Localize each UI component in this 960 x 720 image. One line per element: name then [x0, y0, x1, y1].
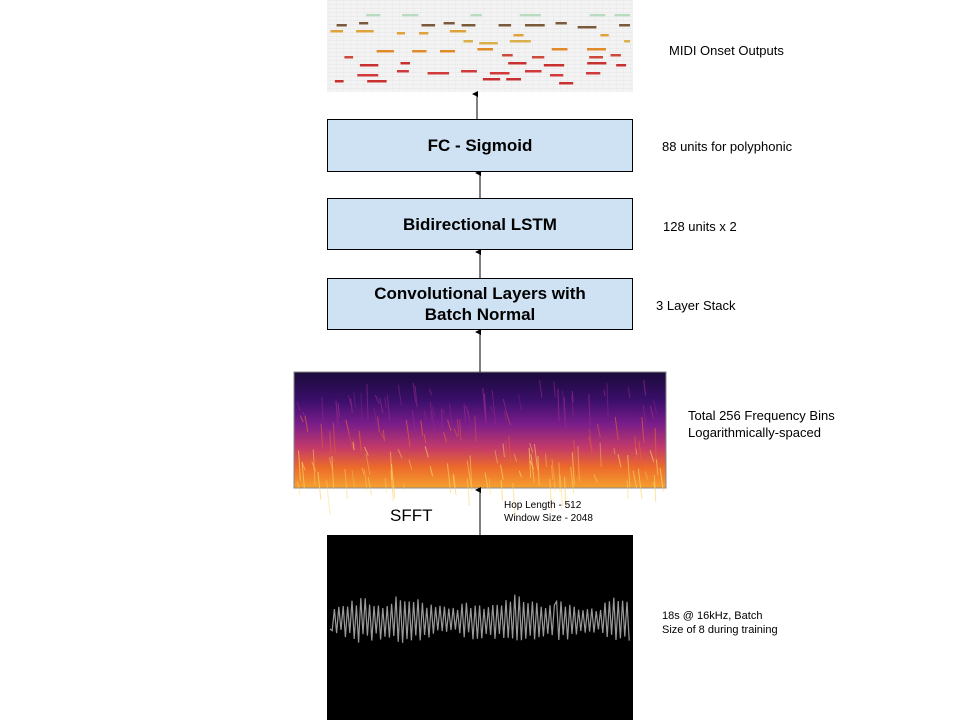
pianoroll-note [489, 72, 510, 75]
pianoroll-note [587, 62, 607, 65]
pianoroll-note [502, 54, 513, 57]
pianoroll-note [498, 24, 512, 27]
pianoroll-note [532, 56, 545, 59]
pianoroll-note [366, 14, 381, 17]
pianoroll-note [449, 30, 467, 33]
waveform-note: 18s @ 16kHz, Batch Size of 8 during trai… [662, 609, 778, 637]
pianoroll-note [419, 32, 429, 35]
pianoroll-note [330, 30, 343, 33]
spectrogram-note: Total 256 Frequency Bins Logarithmically… [688, 407, 835, 441]
pianoroll-note [440, 50, 455, 53]
spectrogram-note-line2: Logarithmically-spaced [688, 425, 821, 440]
pianoroll-note [509, 40, 531, 43]
pianoroll-note [477, 48, 493, 51]
pianoroll-note [610, 54, 621, 57]
pianoroll-note [619, 24, 630, 27]
pianoroll-note [600, 34, 609, 37]
pianoroll-note [589, 14, 606, 17]
conv-title-line1: Convolutional Layers with [374, 284, 586, 303]
pianoroll-note [463, 40, 473, 43]
pianoroll-note [589, 56, 603, 59]
waveform-note-line2: Size of 8 during training [662, 624, 778, 636]
waveform-note-line1: 18s @ 16kHz, Batch [662, 610, 763, 622]
pianoroll-note [624, 40, 630, 43]
pianoroll-note [344, 56, 354, 59]
fc-sigmoid-box: FC - Sigmoid [327, 119, 633, 172]
pianoroll-note [443, 22, 455, 25]
midi-onset-label: MIDI Onset Outputs [669, 43, 784, 58]
pianoroll-note [421, 24, 436, 27]
pianoroll-note [359, 64, 379, 67]
pianoroll-note [400, 62, 410, 65]
pianoroll-note [397, 70, 409, 73]
pianoroll-note [470, 14, 482, 17]
pianoroll-note [551, 48, 568, 51]
pianoroll-note [587, 48, 606, 51]
pianoroll-note [508, 62, 527, 65]
pianoroll-note [427, 72, 450, 75]
pianoroll-note [402, 14, 419, 17]
lstm-note: 128 units x 2 [663, 219, 737, 234]
bidirectional-lstm-box: Bidirectional LSTM [327, 198, 633, 250]
pianoroll-note [616, 64, 627, 67]
pianoroll-note [356, 30, 374, 33]
conv-note: 3 Layer Stack [656, 298, 736, 313]
pianoroll-note [543, 64, 565, 67]
pianoroll-note [513, 34, 524, 37]
pianoroll-note [586, 72, 601, 75]
pianoroll-note [479, 42, 498, 45]
pianoroll-note [577, 26, 597, 29]
convolutional-layers-box: Convolutional Layers with Batch Normal [327, 278, 633, 330]
fc-note: 88 units for polyphonic [662, 139, 793, 154]
spectrogram-note-line1: Total 256 Frequency Bins [688, 408, 835, 423]
pianoroll-note [482, 78, 501, 81]
pianoroll-note [555, 22, 567, 25]
midi-pianoroll-image [327, 0, 633, 92]
pianoroll-note [461, 70, 477, 73]
pianoroll-note [461, 24, 476, 27]
lstm-title: Bidirectional LSTM [403, 214, 557, 234]
window-size-text: Window Size - 2048 [504, 513, 593, 524]
pianoroll-note [367, 80, 387, 83]
fc-sigmoid-title: FC - Sigmoid [427, 136, 533, 155]
pianoroll-note [506, 78, 521, 81]
pianoroll-note [559, 82, 574, 85]
hop-length-text: Hop Length - 512 [504, 500, 582, 511]
sfft-params-note: Hop Length - 512 Window Size - 2048 [504, 499, 593, 525]
conv-title-line2: Batch Normal [424, 305, 536, 324]
pianoroll-note [519, 14, 541, 17]
waveform-image [327, 535, 633, 720]
pianoroll-note [525, 24, 545, 27]
pianoroll-note [525, 70, 542, 73]
pianoroll-note [334, 80, 344, 83]
pianoroll-note [396, 32, 405, 35]
diagram-canvas [293, 0, 667, 720]
pianoroll-note [357, 74, 379, 77]
sfft-label: SFFT [390, 506, 433, 525]
pianoroll-note [359, 22, 369, 25]
pianoroll-note [550, 74, 564, 77]
pianoroll-note [376, 50, 394, 53]
pianoroll-note [336, 24, 347, 27]
pianoroll-note [412, 50, 427, 53]
pianoroll-note [614, 14, 630, 17]
